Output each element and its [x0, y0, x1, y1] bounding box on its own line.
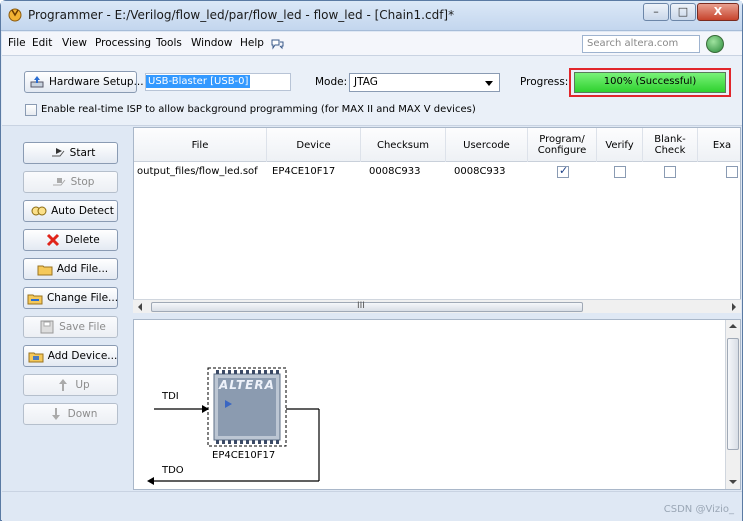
add-file-icon [37, 265, 53, 276]
vscroll-thumb[interactable] [727, 338, 739, 450]
start-icon [51, 148, 65, 157]
col-usercode[interactable]: Usercode [446, 128, 528, 162]
menu-tools[interactable]: Tools [156, 37, 182, 49]
auto-detect-label: Auto Detect [51, 205, 114, 217]
tdo-label: TDO [162, 465, 184, 476]
row-device[interactable]: EP4CE10F17 [272, 166, 335, 177]
enable-realtime-label: Enable real-time ISP to allow background… [41, 104, 476, 115]
progress-label: Progress: [520, 76, 569, 88]
table-header: File Device Checksum Usercode Program/ C… [134, 128, 740, 162]
save-file-button[interactable]: Save File [23, 316, 118, 338]
hardware-value: USB-Blaster [USB-0] [146, 75, 251, 88]
col-device[interactable]: Device [267, 128, 361, 162]
delete-label: Delete [65, 234, 100, 246]
mode-value: JTAG [354, 76, 378, 88]
programmer-window: Programmer - E:/Verilog/flow_led/par/flo… [0, 0, 743, 521]
programmer-toolbar: Hardware Setup... USB-Blaster [USB-0] Mo… [2, 56, 742, 126]
menu-bar: File Edit View Processing Tools Window H… [2, 32, 742, 56]
col-examine[interactable]: Exa [698, 128, 740, 162]
tdi-label: TDI [162, 391, 179, 402]
auto-detect-icon [31, 206, 47, 216]
enable-realtime-checkbox[interactable] [25, 104, 37, 116]
menu-file[interactable]: File [8, 37, 26, 49]
row-usercode: 0008C933 [454, 166, 506, 177]
stop-button[interactable]: Stop [23, 171, 118, 193]
add-device-button[interactable]: Add Device... [23, 345, 118, 367]
device-chip[interactable] [208, 368, 286, 446]
program-configure-checkbox[interactable] [557, 164, 569, 178]
row-checksum: 0008C933 [369, 166, 421, 177]
up-button[interactable]: Up [23, 374, 118, 396]
blank-check-checkbox[interactable] [664, 166, 676, 178]
change-file-icon [27, 294, 43, 305]
stop-label: Stop [70, 176, 95, 188]
scroll-up-icon[interactable] [729, 324, 737, 328]
mode-label: Mode: [315, 76, 348, 88]
down-button[interactable]: Down [23, 403, 118, 425]
add-file-label: Add File... [56, 263, 109, 275]
scroll-left-icon[interactable] [138, 303, 142, 311]
save-file-icon [40, 320, 54, 334]
whats-this-help-icon[interactable] [270, 37, 284, 51]
hardware-field: USB-Blaster [USB-0] [145, 73, 291, 91]
add-device-label: Add Device... [47, 350, 118, 362]
menu-window[interactable]: Window [191, 37, 232, 49]
down-arrow-icon [51, 408, 60, 420]
change-file-label: Change File... [46, 292, 119, 304]
watermark: CSDN @Vizio_ [663, 504, 734, 515]
scroll-thumb[interactable]: III [151, 301, 583, 312]
auto-detect-button[interactable]: Auto Detect [23, 200, 118, 222]
col-verify[interactable]: Verify [597, 128, 643, 162]
col-checksum[interactable]: Checksum [361, 128, 446, 162]
change-file-button[interactable]: Change File... [23, 287, 118, 309]
programmer-app-icon [8, 8, 22, 22]
window-title: Programmer - E:/Verilog/flow_led/par/flo… [28, 8, 455, 22]
menu-processing[interactable]: Processing [95, 37, 151, 49]
delete-button[interactable]: Delete [23, 229, 118, 251]
maximize-button[interactable]: □ [670, 3, 696, 21]
device-table: File Device Checksum Usercode Program/ C… [133, 127, 741, 312]
menu-view[interactable]: View [62, 37, 87, 49]
chevron-down-icon [485, 81, 493, 86]
up-arrow-icon [59, 379, 68, 391]
progress-bar: 100% (Successful) [574, 72, 726, 93]
hardware-setup-label: Hardware Setup... [49, 76, 144, 88]
hardware-setup-button[interactable]: Hardware Setup... [24, 71, 144, 93]
delete-icon [47, 233, 60, 247]
search-go-icon[interactable] [706, 35, 724, 53]
col-file[interactable]: File [134, 128, 267, 162]
menu-edit[interactable]: Edit [32, 37, 52, 49]
up-label: Up [75, 379, 90, 391]
mode-select[interactable]: JTAG [349, 73, 500, 92]
chain-device-label: EP4CE10F17 [212, 450, 276, 461]
stop-icon [52, 178, 65, 186]
row-file[interactable]: output_files/flow_led.sof [137, 166, 258, 177]
minimize-button[interactable]: – [643, 3, 669, 21]
down-label: Down [67, 408, 98, 420]
scroll-grip: III [357, 301, 365, 311]
scroll-down-icon[interactable] [729, 480, 737, 484]
search-input[interactable]: Search altera.com [582, 35, 700, 53]
save-file-label: Save File [59, 321, 106, 333]
col-blank-check[interactable]: Blank- Check [643, 128, 698, 162]
start-button[interactable]: Start [23, 142, 118, 164]
close-button[interactable]: X [697, 3, 739, 21]
add-file-button[interactable]: Add File... [23, 258, 118, 280]
jtag-chain-diagram: TDI TDO ALTERA EP4CE10F17 [133, 319, 741, 490]
add-device-icon [28, 352, 44, 363]
vertical-scrollbar[interactable] [725, 320, 740, 489]
verify-checkbox[interactable] [614, 166, 626, 178]
progress-text: 100% (Successful) [603, 76, 697, 87]
menu-help[interactable]: Help [240, 37, 264, 49]
horizontal-scrollbar[interactable]: III [133, 299, 741, 313]
status-bar: CSDN @Vizio_ [2, 491, 742, 521]
hardware-setup-icon [30, 76, 44, 88]
side-button-panel: Start Stop Auto Detect Delete Add File..… [2, 127, 132, 490]
col-program-configure[interactable]: Program/ Configure [528, 128, 597, 162]
title-bar: Programmer - E:/Verilog/flow_led/par/flo… [1, 1, 742, 31]
start-label: Start [69, 147, 96, 159]
scroll-right-icon[interactable] [732, 303, 736, 311]
examine-checkbox[interactable] [726, 166, 738, 178]
